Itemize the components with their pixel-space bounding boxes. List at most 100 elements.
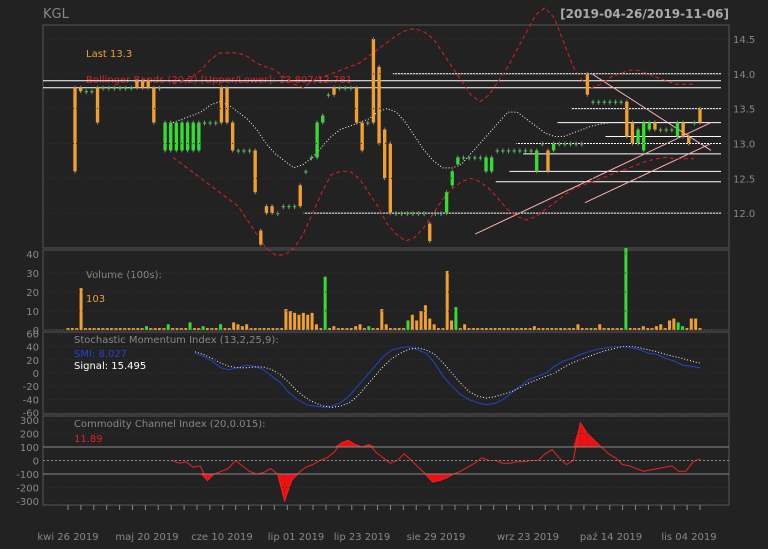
candle-body	[647, 122, 651, 130]
candle-body	[95, 87, 100, 123]
x-date-tick-label: paź 14 2019	[580, 531, 642, 543]
candle-body	[112, 87, 117, 89]
candle-body	[84, 91, 88, 93]
candle-body	[501, 150, 505, 152]
candle-body	[349, 87, 353, 89]
volume-bar	[681, 326, 685, 330]
candle-body	[687, 136, 691, 144]
cci-y-tick-label: 0	[33, 457, 39, 468]
x-date-tick-label: maj 20 2019	[115, 532, 178, 543]
volume-bar	[306, 314, 310, 330]
price-y-tick-label: 12.5	[733, 174, 755, 185]
smi-y-tick-label: -40	[23, 395, 39, 406]
candle-body	[478, 157, 483, 159]
volume-bar	[284, 309, 288, 330]
volume-bar	[463, 324, 467, 330]
candle-body	[518, 150, 522, 152]
volume-bar	[450, 320, 454, 330]
candle-body	[377, 66, 381, 144]
volume-bar	[354, 326, 358, 330]
candle-body	[185, 122, 190, 151]
volume-bar	[694, 318, 698, 330]
candle-body	[444, 192, 449, 214]
volume-bar	[419, 310, 423, 330]
last-price-label: Last 13.3	[86, 49, 132, 60]
candle-body	[230, 122, 235, 151]
volume-bar	[432, 324, 436, 330]
candle-body	[625, 101, 629, 137]
candle-body	[461, 157, 466, 159]
x-date-tick-label: lip 01 2019	[268, 532, 324, 543]
cci-y-tick-label: 100	[20, 443, 39, 454]
smi-title: Stochastic Momentum Index (13,2,25,9):	[74, 335, 279, 346]
candle-body	[371, 38, 376, 123]
candle-body	[383, 129, 387, 179]
candle-body	[512, 150, 516, 152]
x-date-tick-label: lis 04 2019	[661, 532, 716, 543]
volume-title: Volume (100s):	[86, 270, 162, 281]
candle-body	[489, 157, 494, 172]
candle-body	[146, 80, 150, 88]
smi-y-tick-label: -20	[23, 382, 39, 393]
candle-body	[343, 87, 347, 89]
candle-body	[585, 73, 590, 95]
volume-bar	[667, 320, 671, 330]
cci-y-tick-label: -300	[16, 497, 39, 508]
volume-bar	[467, 328, 471, 330]
candle-body	[118, 87, 122, 89]
candle-body	[90, 91, 94, 93]
volume-y-tick-label: 10	[26, 307, 39, 318]
candle-body	[473, 157, 477, 159]
volume-y-tick-label: 30	[26, 269, 39, 280]
candle-body	[197, 122, 201, 151]
volume-bar	[410, 314, 414, 330]
cci-y-tick-label: -200	[16, 483, 39, 494]
candle-body	[163, 122, 167, 151]
candle-body	[152, 87, 156, 123]
volume-bar	[654, 326, 658, 330]
smi-signal-label: Signal: 15.495	[74, 361, 146, 372]
volume-bar	[676, 322, 680, 330]
candle-body	[180, 122, 184, 151]
candle-body	[298, 185, 302, 207]
candle-body	[642, 122, 646, 151]
candle-body	[281, 206, 286, 208]
volume-bar	[293, 312, 297, 330]
candle-body	[670, 129, 674, 131]
candle-body	[191, 122, 195, 151]
volume-bar	[144, 326, 148, 330]
candle-body	[354, 87, 359, 123]
volume-bar	[201, 326, 205, 330]
volume-bar	[367, 326, 371, 330]
volume-bar	[659, 324, 663, 330]
smi-y-tick-label: 20	[26, 356, 39, 367]
volume-bar	[689, 318, 693, 330]
candle-body	[653, 122, 657, 130]
candle-body	[242, 150, 246, 152]
volume-bar	[166, 324, 170, 330]
candle-body	[157, 87, 162, 89]
candle-body	[546, 150, 550, 172]
volume-bar	[219, 324, 223, 330]
candle-body	[208, 122, 212, 124]
volume-bar	[598, 324, 602, 330]
price-y-tick-label: 12.0	[733, 209, 755, 220]
candle-body	[236, 150, 240, 152]
candle-body	[636, 129, 640, 144]
candle-body	[535, 150, 539, 172]
volume-bar	[428, 318, 432, 330]
candle-body	[563, 143, 567, 145]
price-y-tick-label: 14.5	[733, 35, 755, 46]
candle-body	[214, 122, 218, 124]
volume-bar	[240, 326, 244, 330]
candle-body	[698, 108, 702, 123]
volume-y-tick-label: 40	[26, 250, 39, 261]
smi-y-tick-label: 60	[26, 329, 39, 340]
x-date-tick-label: lip 23 2019	[334, 532, 390, 543]
candle-body	[456, 157, 460, 165]
cci-y-tick-label: -100	[16, 470, 39, 481]
candle-body	[78, 87, 83, 92]
candle-body	[613, 101, 618, 103]
smi-y-tick-label: 40	[26, 343, 39, 354]
x-date-tick-label: wrz 23 2019	[497, 532, 559, 543]
